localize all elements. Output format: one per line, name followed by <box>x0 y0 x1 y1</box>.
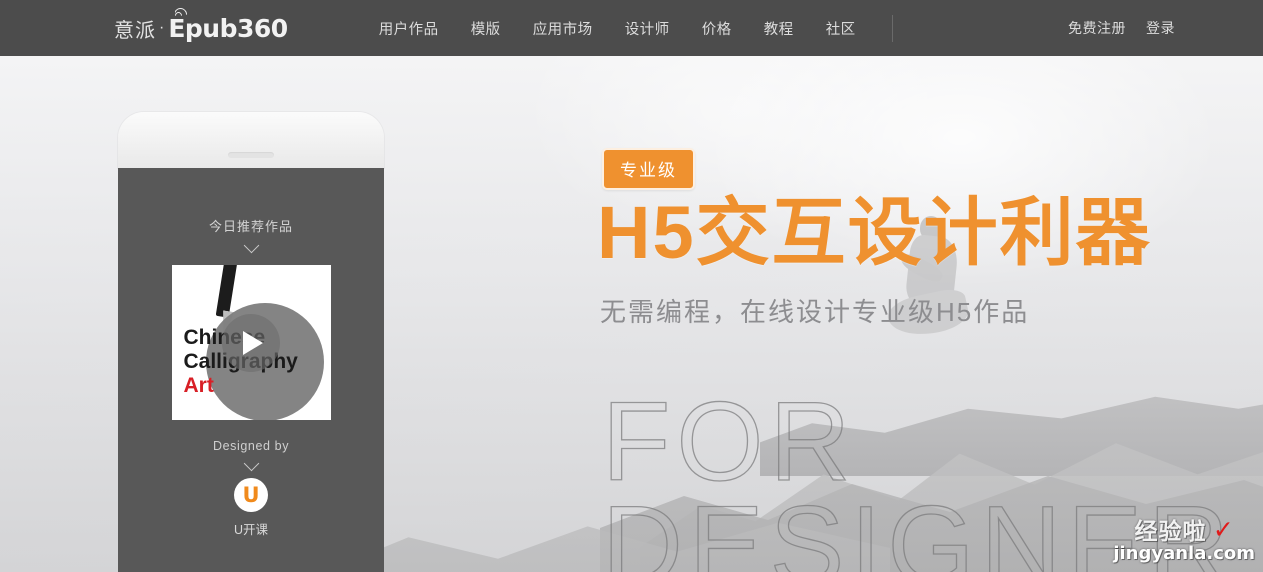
nav-pricing[interactable]: 价格 <box>686 18 748 39</box>
logo-chinese-text: 意派 <box>114 19 156 42</box>
nav-divider <box>891 14 893 42</box>
site-watermark: 经验啦 ✓ jingyanla.com <box>1113 512 1255 564</box>
outline-text-for: FOR <box>601 379 857 504</box>
pro-badge: 专业级 <box>602 148 695 190</box>
nav-templates[interactable]: 模版 <box>455 18 517 39</box>
logo-english-wrap: Epub360 <box>168 6 288 43</box>
account-actions: 免费注册 登录 <box>1058 18 1185 38</box>
nav-tutorials[interactable]: 教程 <box>748 18 810 39</box>
phone-mockup: 今日推荐作品 Chinese Calligraphy Art Designed … <box>118 112 384 572</box>
login-link[interactable]: 登录 <box>1136 18 1185 38</box>
site-logo[interactable]: 意派 · Epub360 <box>114 6 288 43</box>
phone-top-bezel <box>118 112 384 168</box>
brush-handle-shape <box>215 265 237 318</box>
chevron-down-icon[interactable] <box>243 237 259 254</box>
nav-community[interactable]: 社区 <box>810 18 872 39</box>
play-icon[interactable] <box>222 313 280 372</box>
watermark-url: jingyanla.com <box>1113 543 1255 564</box>
wifi-arc-icon <box>175 6 191 19</box>
watermark-chinese-text: 经验啦 <box>1134 518 1207 544</box>
logo-separator: · <box>159 19 165 36</box>
thumbnail-title-line3: Art <box>183 374 214 397</box>
avatar-initial: U <box>242 482 260 507</box>
work-thumbnail[interactable]: Chinese Calligraphy Art <box>171 265 331 420</box>
register-link[interactable]: 免费注册 <box>1058 18 1136 38</box>
main-navigation: 用户作品 模版 应用市场 设计师 价格 教程 社区 <box>363 14 893 42</box>
hero-subheadline: 无需编程，在线设计专业级H5作品 <box>600 297 1030 327</box>
check-icon: ✓ <box>1212 516 1234 544</box>
hero-headline: H5交互设计利器 <box>597 191 1152 274</box>
nav-user-works[interactable]: 用户作品 <box>363 18 455 39</box>
designer-chevron-down-icon[interactable] <box>243 455 259 472</box>
nav-app-market[interactable]: 应用市场 <box>517 18 609 39</box>
nav-designers[interactable]: 设计师 <box>609 18 686 39</box>
phone-screen: 今日推荐作品 Chinese Calligraphy Art Designed … <box>118 168 384 572</box>
designer-name[interactable]: U开课 <box>118 519 384 538</box>
today-recommendation-label: 今日推荐作品 <box>208 219 293 234</box>
designed-by-label: Designed by <box>212 439 290 453</box>
avatar[interactable]: U <box>234 478 268 512</box>
site-header: 意派 · Epub360 用户作品 模版 应用市场 设计师 价格 教程 社区 免… <box>0 0 1263 56</box>
phone-speaker <box>228 152 274 158</box>
